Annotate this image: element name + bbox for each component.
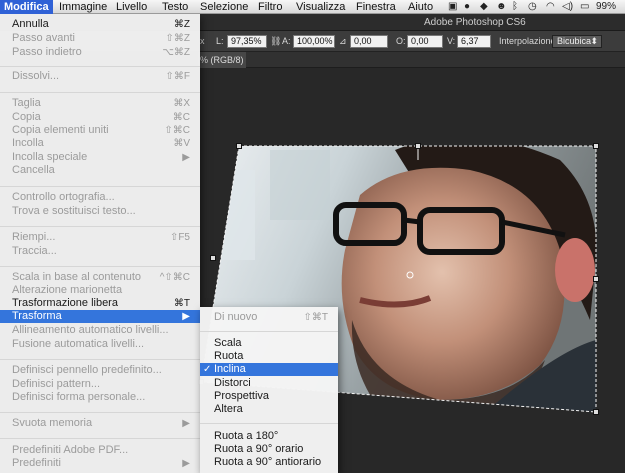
menu-item-trasforma[interactable]: Trasforma ▶ bbox=[0, 310, 200, 323]
menu-item-scala-contenuto[interactable]: Scala in base al contenuto ^⇧⌘C bbox=[0, 271, 200, 284]
menu-item-riempi[interactable]: Riempi... ⇧F5 bbox=[0, 231, 200, 244]
submenu-item-di-nuovo[interactable]: Di nuovo ⇧⌘T bbox=[200, 311, 338, 324]
bluetooth-icon[interactable]: ᛒ bbox=[512, 0, 518, 14]
menu-separator bbox=[0, 266, 200, 267]
cat-icon[interactable]: ☻ bbox=[496, 0, 507, 14]
menu-separator bbox=[200, 423, 338, 424]
menu-item-traccia[interactable]: Traccia... bbox=[0, 245, 200, 258]
submenu-item-distorci[interactable]: Distorci bbox=[200, 377, 338, 390]
chevron-right-icon: ▶ bbox=[182, 418, 190, 429]
time-machine-icon[interactable]: ◷ bbox=[528, 0, 537, 14]
submenu-item-scala[interactable]: Scala bbox=[200, 337, 338, 350]
transform-submenu: Di nuovo ⇧⌘T Scala Ruota ✓ Inclina Disto… bbox=[200, 307, 338, 473]
edit-menu: Annulla ⌘Z Passo avanti ⇧⌘Z Passo indiet… bbox=[0, 14, 200, 473]
volume-icon[interactable]: ◁) bbox=[562, 0, 573, 14]
menu-separator bbox=[0, 226, 200, 227]
menu-immagine[interactable]: Immagine bbox=[55, 0, 111, 14]
submenu-item-ruota-180[interactable]: Ruota a 180° bbox=[200, 430, 338, 443]
wifi-icon[interactable]: ◠ bbox=[546, 0, 555, 14]
menu-item-alterazione-marionetta[interactable]: Alterazione marionetta bbox=[0, 284, 200, 297]
menu-item-definisci-forma[interactable]: Definisci forma personale... bbox=[0, 391, 200, 404]
menu-separator bbox=[200, 331, 338, 332]
menu-livello[interactable]: Livello bbox=[112, 0, 151, 14]
menu-item-predefiniti-pdf[interactable]: Predefiniti Adobe PDF... bbox=[0, 444, 200, 457]
transform-handle-right[interactable] bbox=[593, 276, 599, 282]
menu-item-svuota-memoria[interactable]: Svuota memoria ▶ bbox=[0, 417, 200, 430]
menu-item-cancella[interactable]: Cancella bbox=[0, 164, 200, 177]
submenu-item-ruota[interactable]: Ruota bbox=[200, 350, 338, 363]
menu-filtro[interactable]: Filtro bbox=[254, 0, 286, 14]
menu-item-controllo-ortografia[interactable]: Controllo ortografia... bbox=[0, 191, 200, 204]
menu-separator bbox=[0, 438, 200, 439]
menu-item-trasformazione-libera[interactable]: Trasformazione libera ⌘T bbox=[0, 297, 200, 310]
menu-visualizza[interactable]: Visualizza bbox=[292, 0, 349, 14]
menu-item-passo-indietro[interactable]: Passo indietro ⌥⌘Z bbox=[0, 46, 200, 59]
menu-modifica[interactable]: Modifica bbox=[0, 0, 53, 14]
menu-item-incolla-speciale[interactable]: Incolla speciale ▶ bbox=[0, 151, 200, 164]
menu-finestra[interactable]: Finestra bbox=[352, 0, 400, 14]
menu-bar: Modifica Immagine Livello Testo Selezion… bbox=[0, 0, 625, 14]
menu-separator bbox=[0, 92, 200, 93]
submenu-item-inclina[interactable]: ✓ Inclina bbox=[200, 363, 338, 376]
submenu-item-altera[interactable]: Altera bbox=[200, 403, 338, 416]
menu-item-definisci-pennello[interactable]: Definisci pennello predefinito... bbox=[0, 364, 200, 377]
user-tray-icon[interactable]: ● bbox=[464, 0, 470, 14]
chevron-right-icon: ▶ bbox=[182, 458, 190, 469]
menu-separator bbox=[0, 412, 200, 413]
transform-handle-top[interactable] bbox=[415, 143, 421, 149]
menu-item-allineamento-automatico[interactable]: Allineamento automatico livelli... bbox=[0, 324, 200, 337]
menu-item-dissolvi[interactable]: Dissolvi... ⇧⌘F bbox=[0, 70, 200, 83]
menu-item-annulla[interactable]: Annulla ⌘Z bbox=[0, 18, 200, 31]
menu-item-copia-elementi-uniti[interactable]: Copia elementi uniti ⇧⌘C bbox=[0, 124, 200, 137]
menu-separator bbox=[0, 66, 200, 67]
menu-separator bbox=[0, 186, 200, 187]
menu-item-copia[interactable]: Copia ⌘C bbox=[0, 111, 200, 124]
battery-percent: 99% bbox=[596, 1, 617, 12]
submenu-item-ruota-90-antiorario[interactable]: Ruota a 90° antiorario bbox=[200, 456, 338, 469]
battery-icon[interactable]: ▭ bbox=[580, 0, 589, 14]
transform-handle-left[interactable] bbox=[210, 255, 216, 261]
chevron-right-icon: ▶ bbox=[182, 152, 190, 163]
menu-separator bbox=[0, 359, 200, 360]
menu-item-predefiniti[interactable]: Predefiniti ▶ bbox=[0, 457, 200, 470]
menu-item-incolla[interactable]: Incolla ⌘V bbox=[0, 137, 200, 150]
ps-tray-icon[interactable]: ▣ bbox=[448, 0, 457, 14]
menu-aiuto[interactable]: Aiuto bbox=[404, 0, 437, 14]
menu-item-taglia[interactable]: Taglia ⌘X bbox=[0, 97, 200, 110]
transform-handle-bottom-right[interactable] bbox=[593, 409, 599, 415]
menu-selezione[interactable]: Selezione bbox=[196, 0, 252, 14]
menu-item-passo-avanti[interactable]: Passo avanti ⇧⌘Z bbox=[0, 32, 200, 45]
menu-item-fusione-automatica[interactable]: Fusione automatica livelli... bbox=[0, 338, 200, 351]
checkmark-icon: ✓ bbox=[203, 364, 212, 375]
transform-handle-top-left[interactable] bbox=[236, 143, 242, 149]
submenu-item-ruota-90-orario[interactable]: Ruota a 90° orario bbox=[200, 443, 338, 456]
transform-handle-top-right[interactable] bbox=[593, 143, 599, 149]
submenu-item-prospettiva[interactable]: Prospettiva bbox=[200, 390, 338, 403]
dropbox-icon[interactable]: ◆ bbox=[480, 0, 488, 14]
chevron-right-icon: ▶ bbox=[182, 311, 190, 322]
menu-item-definisci-pattern[interactable]: Definisci pattern... bbox=[0, 378, 200, 391]
menu-item-trova-sostituisci[interactable]: Trova e sostituisci testo... bbox=[0, 205, 200, 218]
menu-testo[interactable]: Testo bbox=[158, 0, 192, 14]
